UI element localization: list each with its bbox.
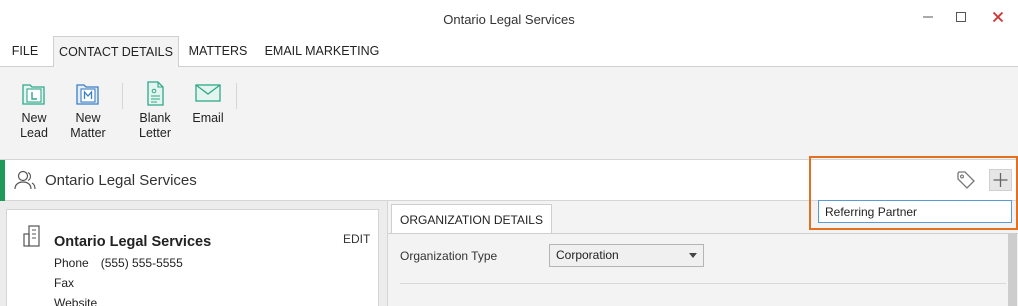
contact-name: Ontario Legal Services <box>45 172 197 189</box>
title-bar: Ontario Legal Services <box>0 0 1018 38</box>
window-title: Ontario Legal Services <box>443 12 575 27</box>
tab-organization-details[interactable]: ORGANIZATION DETAILS <box>391 204 552 234</box>
organization-type-label: Organization Type <box>400 249 498 263</box>
ribbon-separator <box>236 83 237 109</box>
contact-person-icon <box>14 170 36 190</box>
phone-label: Phone <box>54 256 89 270</box>
fax-label: Fax <box>54 276 75 290</box>
new-matter-button[interactable]: New Matter <box>66 79 110 141</box>
email-button[interactable]: Email <box>188 79 228 126</box>
edit-button[interactable]: EDIT <box>343 232 370 246</box>
highlight-box <box>809 156 1018 230</box>
divider <box>400 283 1006 284</box>
new-lead-icon <box>22 84 45 105</box>
close-button[interactable] <box>983 6 1013 28</box>
blank-letter-icon <box>147 81 164 106</box>
maximize-icon <box>956 12 966 22</box>
email-icon <box>195 84 221 102</box>
contact-card: Ontario Legal Services EDIT Phone (555) 5… <box>6 209 379 306</box>
phone-value: (555) 555-5555 <box>100 256 183 270</box>
website-label: Website <box>54 296 98 306</box>
organization-type-value: Corporation <box>556 248 619 262</box>
organization-name: Ontario Legal Services <box>54 234 212 250</box>
tab-divider <box>388 233 1018 234</box>
building-icon <box>23 225 40 247</box>
maximize-button[interactable] <box>946 6 976 28</box>
tab-matters[interactable]: MATTERS <box>186 36 250 67</box>
ribbon: New Lead New Matter Blank Letter Email <box>0 67 1018 160</box>
organization-type-select[interactable]: Corporation <box>549 244 704 267</box>
chevron-down-icon <box>689 253 697 258</box>
menu-tabs: FILE CONTACT DETAILS MATTERS EMAIL MARKE… <box>0 36 1018 68</box>
new-matter-icon <box>76 84 99 105</box>
minimize-button[interactable] <box>913 6 943 28</box>
accent-strip <box>0 160 5 201</box>
ribbon-separator <box>122 83 123 109</box>
tab-file[interactable]: FILE <box>5 36 45 67</box>
scrollbar[interactable] <box>1008 233 1017 306</box>
close-icon <box>992 11 1004 23</box>
minimize-icon <box>923 16 933 18</box>
tab-email-marketing[interactable]: EMAIL MARKETING <box>263 36 381 67</box>
new-lead-button[interactable]: New Lead <box>14 79 54 141</box>
blank-letter-button[interactable]: Blank Letter <box>134 79 176 141</box>
phone-row: Phone (555) 555-5555 <box>54 256 183 270</box>
tab-contact-details[interactable]: CONTACT DETAILS <box>53 36 179 68</box>
